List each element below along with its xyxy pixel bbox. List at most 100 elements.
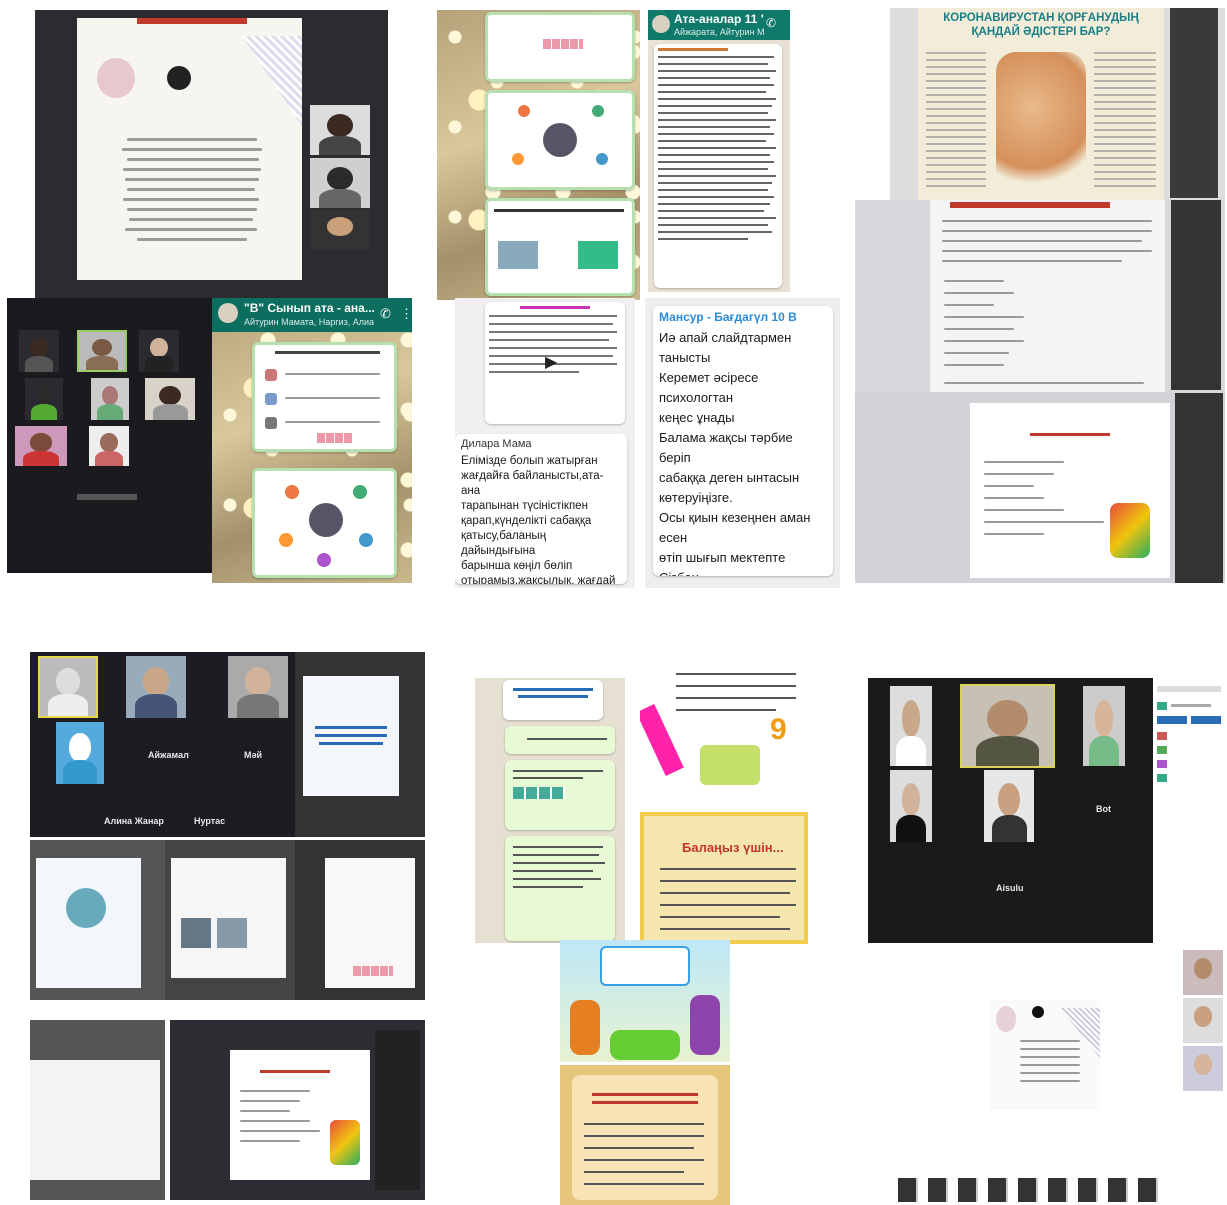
message-sender: Мансур - Бағдагүл 10 В (659, 310, 797, 324)
balanyz-slide: Балаңыз үшін... (640, 812, 808, 944)
webcam-tile (89, 426, 129, 466)
message-text: Иә апай слайдтармен танысты Керемет әсір… (659, 330, 811, 576)
participant-name: Алина Жанар (104, 816, 164, 826)
webcam-tile (1083, 686, 1125, 766)
call-icon[interactable]: ✆ (766, 16, 776, 30)
photo-slide-screen (295, 652, 425, 837)
photo-slide-screen (165, 840, 295, 1000)
chat-subtitle: Айтурин Мамата, Наргиз, Алиа... (244, 317, 374, 327)
photo-poster-screen: КОРОНАВИРУСТАН ҚОРҒАНУДЫҢ ҚАНДАЙ ӘДІСТЕР… (890, 8, 1225, 203)
whatsapp-header: Ата-аналар 11 "В" Айжарата, Айтурин Мама… (648, 10, 790, 40)
webcam-tile (15, 426, 67, 466)
slide-title: Балаңыз үшін... (682, 840, 784, 855)
webcam-tile (1183, 950, 1223, 995)
group-avatar (652, 15, 670, 33)
slide-image-message[interactable] (485, 90, 635, 190)
text-message (505, 726, 615, 754)
participant-name: Bot (1096, 804, 1111, 814)
slide-image-message[interactable] (252, 342, 397, 452)
webcam-tile (1183, 1046, 1223, 1091)
presentation-slide (230, 1050, 370, 1180)
webcam-tile (139, 330, 179, 372)
chat-subtitle: Айжарата, Айтурин Мамата, Алиа (674, 27, 764, 37)
photo-slide-screen (30, 1020, 165, 1200)
photo-slide-screen (855, 393, 1225, 583)
presentation-slide (303, 676, 399, 796)
webcam-tile (984, 770, 1034, 842)
scroll-slide (560, 1065, 730, 1205)
play-icon[interactable]: ▶ (545, 352, 557, 371)
message-sender: Дилара Мама (461, 438, 532, 450)
chat-screenshot: ▶ Дилара Мама Елімізде болып жатырған жа… (455, 298, 635, 588)
call-icon[interactable]: ✆ (380, 306, 391, 322)
participant-name: Мәй (244, 750, 263, 760)
text-message (505, 836, 615, 941)
participant-name: Айжамал (148, 750, 189, 760)
webcam-tile (310, 105, 370, 155)
whatsapp-screenshot: Ата-аналар 11 "В" Айжарата, Айтурин Мама… (648, 10, 790, 292)
slide-image-message[interactable] (485, 198, 635, 296)
chat-title[interactable]: Ата-аналар 11 "В" (674, 12, 764, 26)
webcam-strip (1171, 200, 1221, 390)
webcam-tile (890, 770, 932, 842)
participants-panel (1153, 678, 1225, 798)
more-icon[interactable]: ⋮ (400, 306, 412, 322)
text-message (654, 44, 782, 288)
text-message (503, 680, 603, 720)
webcam-tile (38, 656, 98, 718)
presentation-slide (930, 200, 1165, 392)
webcam-tile (25, 378, 63, 420)
webcam-tile (77, 330, 127, 372)
text-message: Дилара Мама Елімізде болып жатырған жағд… (455, 434, 627, 584)
photo-slide-screen (855, 200, 1225, 395)
webcam-tile (890, 686, 932, 766)
presentation-slide (77, 18, 302, 280)
slide-image-message[interactable] (252, 468, 397, 578)
webcam-tile (145, 378, 195, 420)
whatsapp-screenshot (475, 678, 625, 943)
zoom-gallery-photo: Айжамал Мәй Алина Жанар Нуртас (30, 652, 295, 837)
text-message (505, 760, 615, 830)
whatsapp-header: "В" Сынып ата - ана... Айтурин Мамата, Н… (212, 298, 412, 332)
whatsapp-screenshot: "В" Сынып ата - ана... Айтурин Мамата, Н… (212, 298, 412, 583)
chat-screenshot: Мансур - Бағдагүл 10 В Иә апай слайдтарм… (645, 298, 840, 588)
photo-slide-screen (170, 1020, 425, 1200)
webcam-strip (375, 1030, 420, 1190)
presentation-slide (325, 858, 415, 988)
webcam-tile (228, 656, 288, 718)
webcam-tile (1183, 998, 1223, 1043)
participant-name: Aisulu (996, 883, 1024, 893)
zoom-gallery-photo (7, 298, 212, 573)
photo-laptop-slide (35, 10, 388, 300)
webcam-strip (1175, 393, 1223, 583)
chat-title[interactable]: "В" Сынып ата - ана... (244, 301, 374, 315)
presentation-slide (970, 403, 1170, 578)
covid-poster: КОРОНАВИРУСТАН ҚОРҒАНУДЫҢ ҚАНДАЙ ӘДІСТЕР… (918, 8, 1164, 200)
webcam-tile (310, 210, 370, 250)
participant-name: Нуртас (194, 816, 226, 826)
whatsapp-screenshot (437, 10, 640, 300)
webcam-tile (56, 722, 104, 784)
webcam-strip (1170, 8, 1218, 198)
text-message: Мансур - Бағдагүл 10 В Иә апай слайдтарм… (653, 306, 833, 576)
webcam-tile (19, 330, 59, 372)
photo-slide-screen (295, 840, 425, 1000)
message-text: Елімізде болып жатырған жағдайға байланы… (461, 455, 616, 584)
presentation-slide (36, 858, 141, 988)
presentation-slide (30, 1060, 160, 1180)
webcam-tile (310, 158, 370, 208)
photo-slide-screen (30, 840, 165, 1000)
zoom-gallery-screen: Bot Aisulu (868, 678, 1153, 943)
slide-image-message[interactable] (485, 12, 635, 82)
webcam-tile (91, 378, 129, 420)
poster-title: КОРОНАВИРУСТАН ҚОРҒАНУДЫҢ ҚАНДАЙ ӘДІСТЕР… (943, 12, 1139, 38)
webcam-tile (960, 684, 1055, 768)
text-message: ▶ (485, 302, 625, 424)
presentation-slide (990, 1000, 1100, 1110)
group-avatar (218, 303, 238, 323)
webcam-tile (126, 656, 186, 718)
presentation-slide (171, 858, 286, 978)
cartoon-slide (560, 940, 730, 1062)
shared-slide-screen (868, 950, 1225, 1205)
school-supplies-slide: 9 (640, 665, 808, 810)
